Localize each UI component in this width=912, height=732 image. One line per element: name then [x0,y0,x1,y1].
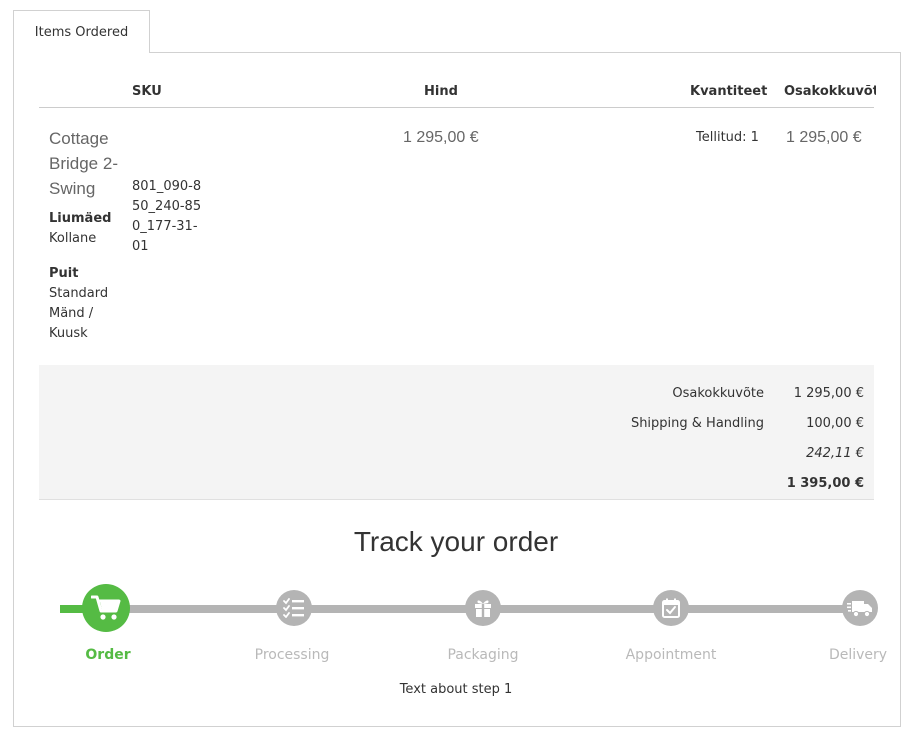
tab-items-ordered[interactable]: Items Ordered [13,10,150,53]
checklist-icon [283,598,304,618]
gift-icon [475,600,491,617]
step-processing[interactable] [276,590,312,626]
column-header-subtotal: Osakokkuvõte [784,84,876,99]
totals-shipping-value: 100,00 € [806,416,864,431]
totals-subtotal-value: 1 295,00 € [793,386,864,401]
totals-subtotal-label: Osakokkuvõte [672,386,764,401]
option-value-wood: Standard Mänd / Kuusk [49,286,109,341]
step-description: Text about step 1 [399,682,513,697]
step-appointment[interactable] [653,590,689,626]
product-qty: Tellitud: 1 [696,130,759,145]
step-delivery[interactable] [842,590,878,626]
product-sku: 801_090-850_240-850_177-31-01 [132,179,202,254]
step-packaging[interactable] [465,590,501,626]
column-header-qty: Kvantiteet [690,84,768,99]
step-order[interactable] [82,584,130,632]
track-order-title: Track your order [353,526,559,557]
product-price: 1 295,00 € [403,129,479,146]
totals-tax-value: 242,11 € [806,446,864,461]
column-header-sku: SKU [132,84,162,99]
totals-grand-total-value: 1 395,00 € [786,476,864,491]
totals-shipping-label: Shipping & Handling [630,416,764,431]
option-label-wood: Puit [49,266,79,281]
calendar-check-icon [662,598,680,618]
product-name: Cottage Bridge 2-Swing [49,129,118,198]
column-header-price: Hind [424,84,458,99]
step-label-order: Order [85,647,131,663]
step-label-delivery: Delivery [828,647,888,663]
step-label-appointment: Appointment [625,647,717,663]
step-label-packaging: Packaging [447,647,519,663]
table-header-divider [39,107,874,108]
tab-items-ordered-label: Items Ordered [34,24,129,40]
product-subtotal: 1 295,00 € [786,129,862,146]
shopping-cart-icon [91,595,121,620]
step-label-processing: Processing [254,647,330,663]
truck-icon [847,601,872,618]
option-value-slides: Kollane [49,231,97,246]
option-label-slides: Liumäed [49,211,112,226]
